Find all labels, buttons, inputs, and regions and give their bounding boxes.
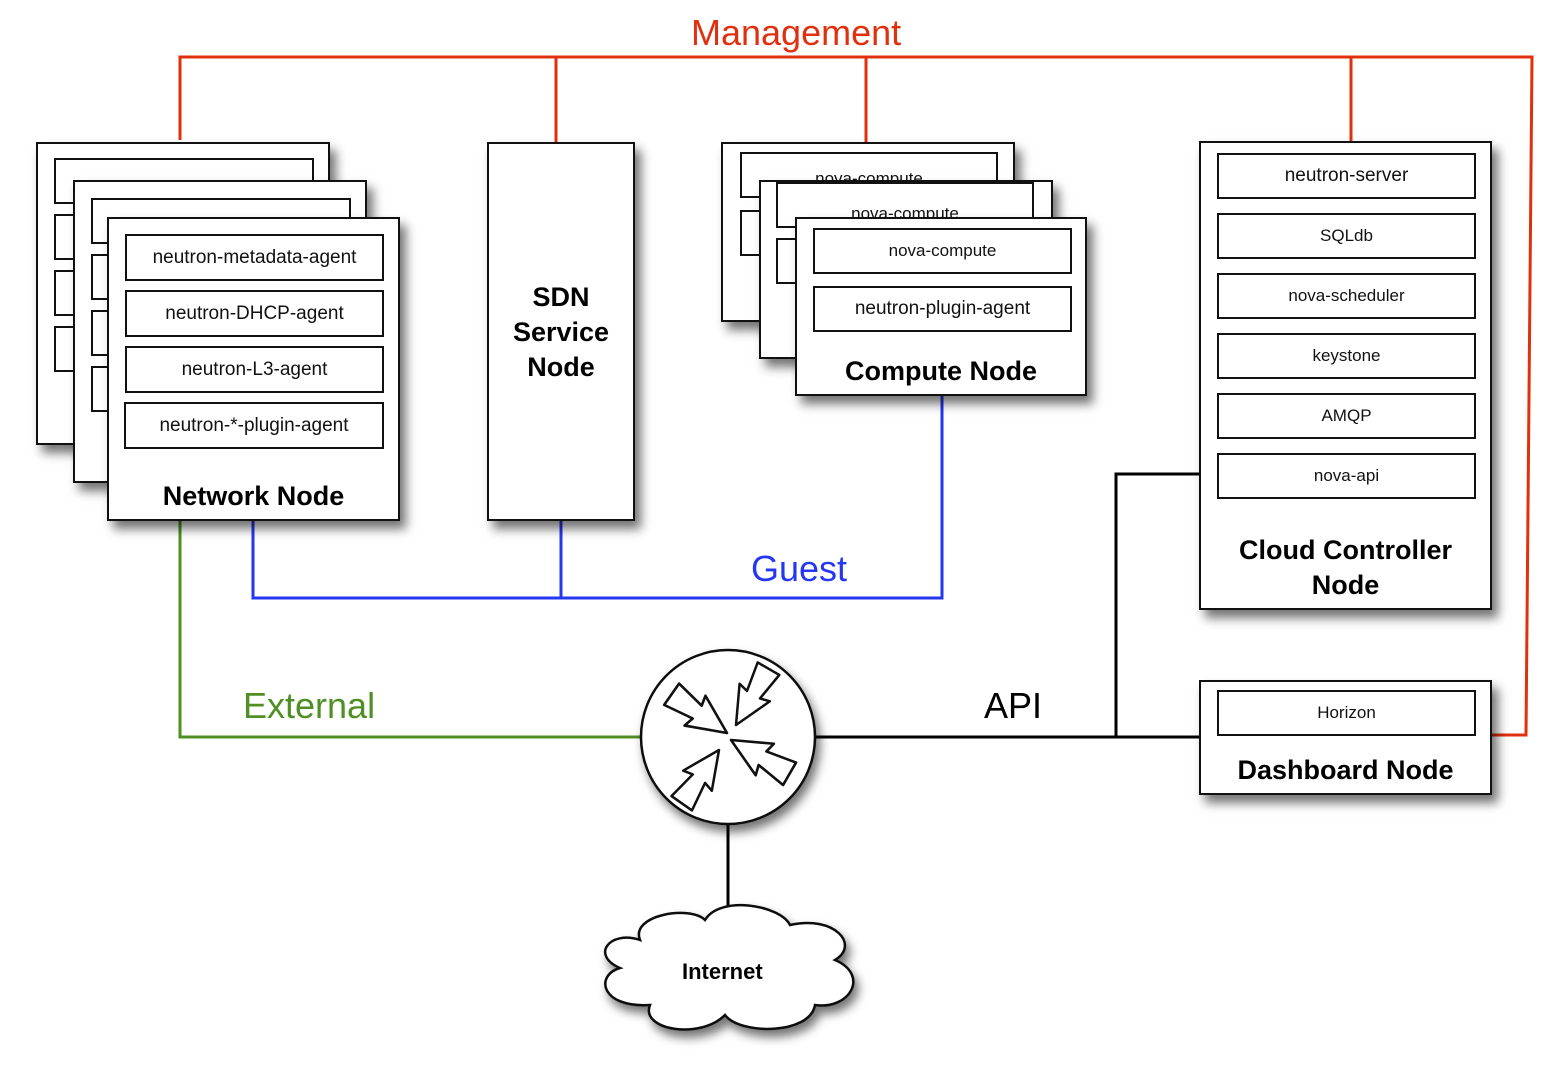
title-line-1: Cloud Controller [1239, 535, 1452, 565]
sdn-service-node-title: SDN Service Node [512, 282, 610, 382]
router-icon [639, 648, 817, 826]
dashboard-node[interactable]: Horizon Dashboard Node [1199, 680, 1492, 795]
service-keystone[interactable]: keystone [1217, 333, 1476, 379]
network-node[interactable]: neutron-metadata-agent neutron-DHCP-agen… [107, 217, 400, 521]
network-node-title: Network Node [162, 481, 345, 511]
service-neutron-plugin-agent[interactable]: neutron-*-plugin-agent [124, 402, 384, 449]
service-neutron-metadata-agent[interactable]: neutron-metadata-agent [125, 234, 384, 281]
service-neutron-plugin-agent[interactable]: neutron-plugin-agent [813, 286, 1072, 332]
external-network-label: External [243, 685, 376, 726]
service-horizon[interactable]: Horizon [1217, 690, 1476, 736]
guest-network-label: Guest [751, 548, 848, 589]
api-network-label: API [984, 685, 1043, 726]
service-amqp[interactable]: AMQP [1217, 393, 1476, 439]
service-neutron-l3-agent[interactable]: neutron-L3-agent [125, 346, 384, 393]
service-sqldb[interactable]: SQLdb [1217, 213, 1476, 259]
service-nova-scheduler[interactable]: nova-scheduler [1217, 273, 1476, 319]
cloud-controller-node[interactable]: neutron-server SQLdb nova-scheduler keys… [1199, 141, 1492, 610]
title-line-2: Node [1311, 570, 1380, 600]
service-nova-compute[interactable]: nova-compute [813, 228, 1072, 274]
sdn-service-node[interactable]: SDN Service Node [487, 142, 635, 521]
management-network-label: Management [691, 12, 902, 53]
dashboard-node-title: Dashboard Node [1237, 755, 1454, 785]
compute-node[interactable]: nova-compute neutron-plugin-agent Comput… [795, 217, 1087, 396]
service-neutron-server[interactable]: neutron-server [1217, 153, 1476, 199]
internet-label: Internet [682, 959, 763, 984]
service-nova-api[interactable]: nova-api [1217, 453, 1476, 499]
compute-node-title: Compute Node [845, 356, 1037, 386]
cloud-controller-node-title: Cloud Controller Node [1201, 533, 1490, 603]
service-neutron-dhcp-agent[interactable]: neutron-DHCP-agent [125, 290, 384, 337]
